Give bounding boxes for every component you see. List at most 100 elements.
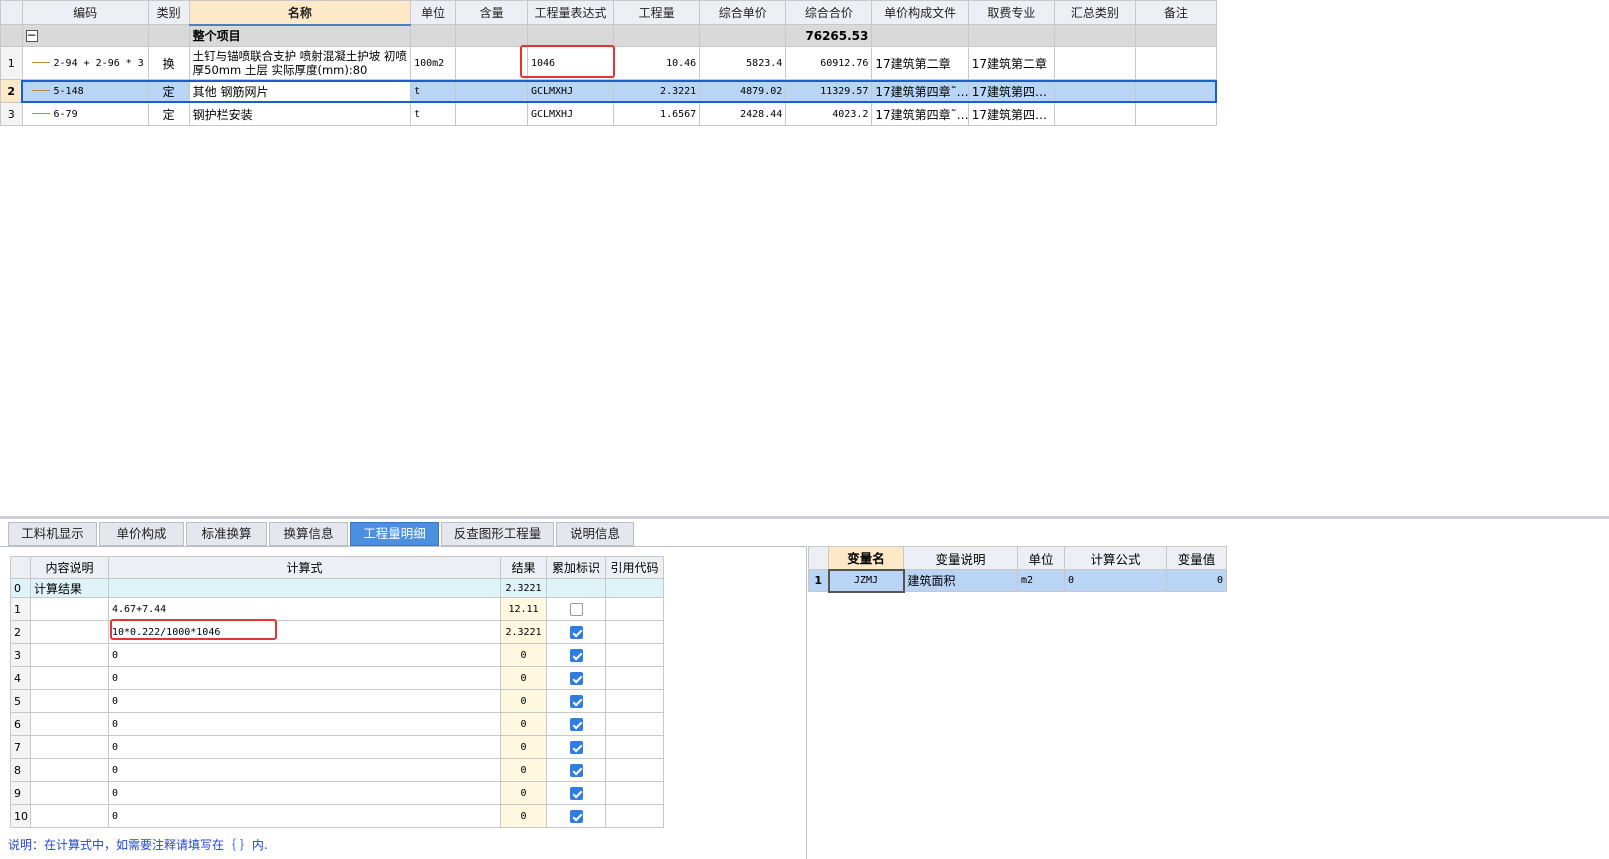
detail-row[interactable]: 2 10*0.222/1000*1046 2.3221 <box>10 620 664 644</box>
desc-cell[interactable] <box>30 712 109 736</box>
variable-row[interactable]: 1 JZMJ 建筑面积 m2 0 0 <box>808 568 1227 593</box>
desc-cell[interactable] <box>30 804 109 828</box>
accumulate-cell[interactable] <box>546 666 606 690</box>
detail-row[interactable]: 7 00 <box>10 735 664 759</box>
col-header-accumulate[interactable]: 累加标识 <box>546 556 606 579</box>
row-number[interactable]: 9 <box>10 781 31 805</box>
col-header-ref-code[interactable]: 引用代码 <box>605 556 664 579</box>
ref-code-cell[interactable] <box>605 597 664 621</box>
checkbox-checked-icon[interactable] <box>569 649 583 662</box>
var-value-cell[interactable]: 0 <box>1166 569 1227 592</box>
accumulate-cell[interactable] <box>546 735 606 759</box>
formula-cell[interactable]: 10*0.222/1000*1046 <box>108 620 501 644</box>
quota-row[interactable]: 3 6-79 定 钢护栏安装 t GCLMXHJ 1.6567 2428.44 … <box>0 102 1218 126</box>
desc-cell[interactable] <box>30 620 109 644</box>
ref-code-cell[interactable] <box>605 781 664 805</box>
col-header-unit[interactable]: 单位 <box>410 0 457 25</box>
unit-price-cell[interactable]: 2428.44 <box>699 102 787 126</box>
name-cell[interactable]: 其他 钢筋网片 <box>188 79 412 103</box>
unit-cell[interactable]: t <box>410 102 457 126</box>
col-header-price-file[interactable]: 单价构成文件 <box>871 0 969 25</box>
col-header-fee-major[interactable]: 取费专业 <box>967 0 1055 25</box>
detail-row[interactable]: 5 00 <box>10 689 664 713</box>
content-cell[interactable] <box>455 102 528 126</box>
code-cell[interactable]: 2-94 + 2-96 * 3 <box>21 46 149 80</box>
row-number[interactable]: 3 <box>0 102 23 126</box>
name-cell[interactable]: 土钉与锚喷联合支护 喷射混凝土护坡 初喷厚50mm 土层 实际厚度(mm):80 <box>188 46 412 80</box>
accumulate-cell[interactable] <box>546 804 606 828</box>
qty-cell[interactable]: 10.46 <box>613 46 701 80</box>
row-number[interactable]: 3 <box>10 643 31 667</box>
desc-cell[interactable] <box>30 643 109 667</box>
remark-cell[interactable] <box>1134 79 1218 103</box>
checkbox-checked-icon[interactable] <box>569 810 583 823</box>
code-cell[interactable]: 6-79 <box>21 102 149 126</box>
var-unit-cell[interactable]: m2 <box>1017 569 1065 592</box>
fee-major-cell[interactable]: 17建筑第四… <box>967 79 1055 103</box>
checkbox-checked-icon[interactable] <box>569 718 583 731</box>
col-header-unit-price[interactable]: 综合单价 <box>699 0 787 25</box>
desc-cell[interactable] <box>30 689 109 713</box>
desc-cell[interactable] <box>30 758 109 782</box>
summary-row[interactable]: − 整个项目 76265.53 <box>0 24 1218 47</box>
remark-cell[interactable] <box>1134 102 1218 126</box>
total-price-cell[interactable]: 11329.57 <box>785 79 873 103</box>
accumulate-cell[interactable] <box>546 620 606 644</box>
row-number[interactable]: 7 <box>10 735 31 759</box>
expr-cell[interactable]: 1046 <box>526 46 615 80</box>
unit-cell[interactable]: t <box>410 79 457 103</box>
ref-code-cell[interactable] <box>605 620 664 644</box>
detail-row[interactable]: 9 00 <box>10 781 664 805</box>
summary-type-cell[interactable] <box>1053 102 1136 126</box>
checkbox-unchecked-icon[interactable] <box>569 603 583 616</box>
checkbox-checked-icon[interactable] <box>569 741 583 754</box>
row-number[interactable]: 6 <box>10 712 31 736</box>
accumulate-cell[interactable] <box>546 712 606 736</box>
price-file-cell[interactable]: 17建筑第四章˜… <box>871 102 969 126</box>
col-header-desc[interactable]: 内容说明 <box>30 556 109 579</box>
col-header-code[interactable]: 编码 <box>21 0 149 25</box>
accumulate-cell[interactable] <box>546 781 606 805</box>
corner-cell[interactable] <box>10 556 31 579</box>
tab-reverse-graphic-quantity[interactable]: 反查图形工程量 <box>441 522 554 546</box>
calc-result-row[interactable]: 0 计算结果 2.3221 <box>10 578 664 598</box>
accumulate-cell[interactable] <box>546 758 606 782</box>
col-header-var-value[interactable]: 变量值 <box>1166 546 1227 570</box>
col-header-type[interactable]: 类别 <box>147 0 190 25</box>
accumulate-cell[interactable] <box>546 689 606 713</box>
checkbox-checked-icon[interactable] <box>569 695 583 708</box>
col-header-qty[interactable]: 工程量 <box>613 0 701 25</box>
summary-type-cell[interactable] <box>1053 46 1136 80</box>
checkbox-checked-icon[interactable] <box>569 787 583 800</box>
desc-cell[interactable] <box>30 781 109 805</box>
formula-cell[interactable]: 0 <box>108 804 501 828</box>
qty-cell[interactable]: 2.3221 <box>613 79 701 103</box>
corner-cell[interactable] <box>0 0 23 25</box>
col-header-name[interactable]: 名称 <box>188 0 412 26</box>
ref-code-cell[interactable] <box>605 643 664 667</box>
row-number[interactable]: 2 <box>10 620 31 644</box>
content-cell[interactable] <box>455 79 528 103</box>
detail-row[interactable]: 3 00 <box>10 643 664 667</box>
detail-row[interactable]: 1 4.67+7.44 12.11 <box>10 597 664 621</box>
formula-cell[interactable]: 0 <box>108 643 501 667</box>
detail-row[interactable]: 6 00 <box>10 712 664 736</box>
tab-description-info[interactable]: 说明信息 <box>556 522 634 546</box>
unit-price-cell[interactable]: 5823.4 <box>699 46 787 80</box>
collapse-minus-icon[interactable]: − <box>25 29 38 42</box>
col-header-remark[interactable]: 备注 <box>1134 0 1218 25</box>
type-cell[interactable]: 定 <box>147 79 190 103</box>
detail-row[interactable]: 4 00 <box>10 666 664 690</box>
var-name-cell[interactable]: JZMJ <box>827 568 905 593</box>
row-number[interactable]: 1 <box>0 46 23 80</box>
summary-type-cell[interactable] <box>1053 79 1136 103</box>
desc-cell[interactable] <box>30 666 109 690</box>
tab-standard-conversion[interactable]: 标准换算 <box>186 522 267 546</box>
qty-cell[interactable]: 1.6567 <box>613 102 701 126</box>
col-header-content[interactable]: 含量 <box>455 0 528 25</box>
ref-code-cell[interactable] <box>605 666 664 690</box>
checkbox-checked-icon[interactable] <box>569 764 583 777</box>
ref-code-cell[interactable] <box>605 735 664 759</box>
desc-cell[interactable] <box>30 597 109 621</box>
checkbox-checked-icon[interactable] <box>569 626 583 639</box>
